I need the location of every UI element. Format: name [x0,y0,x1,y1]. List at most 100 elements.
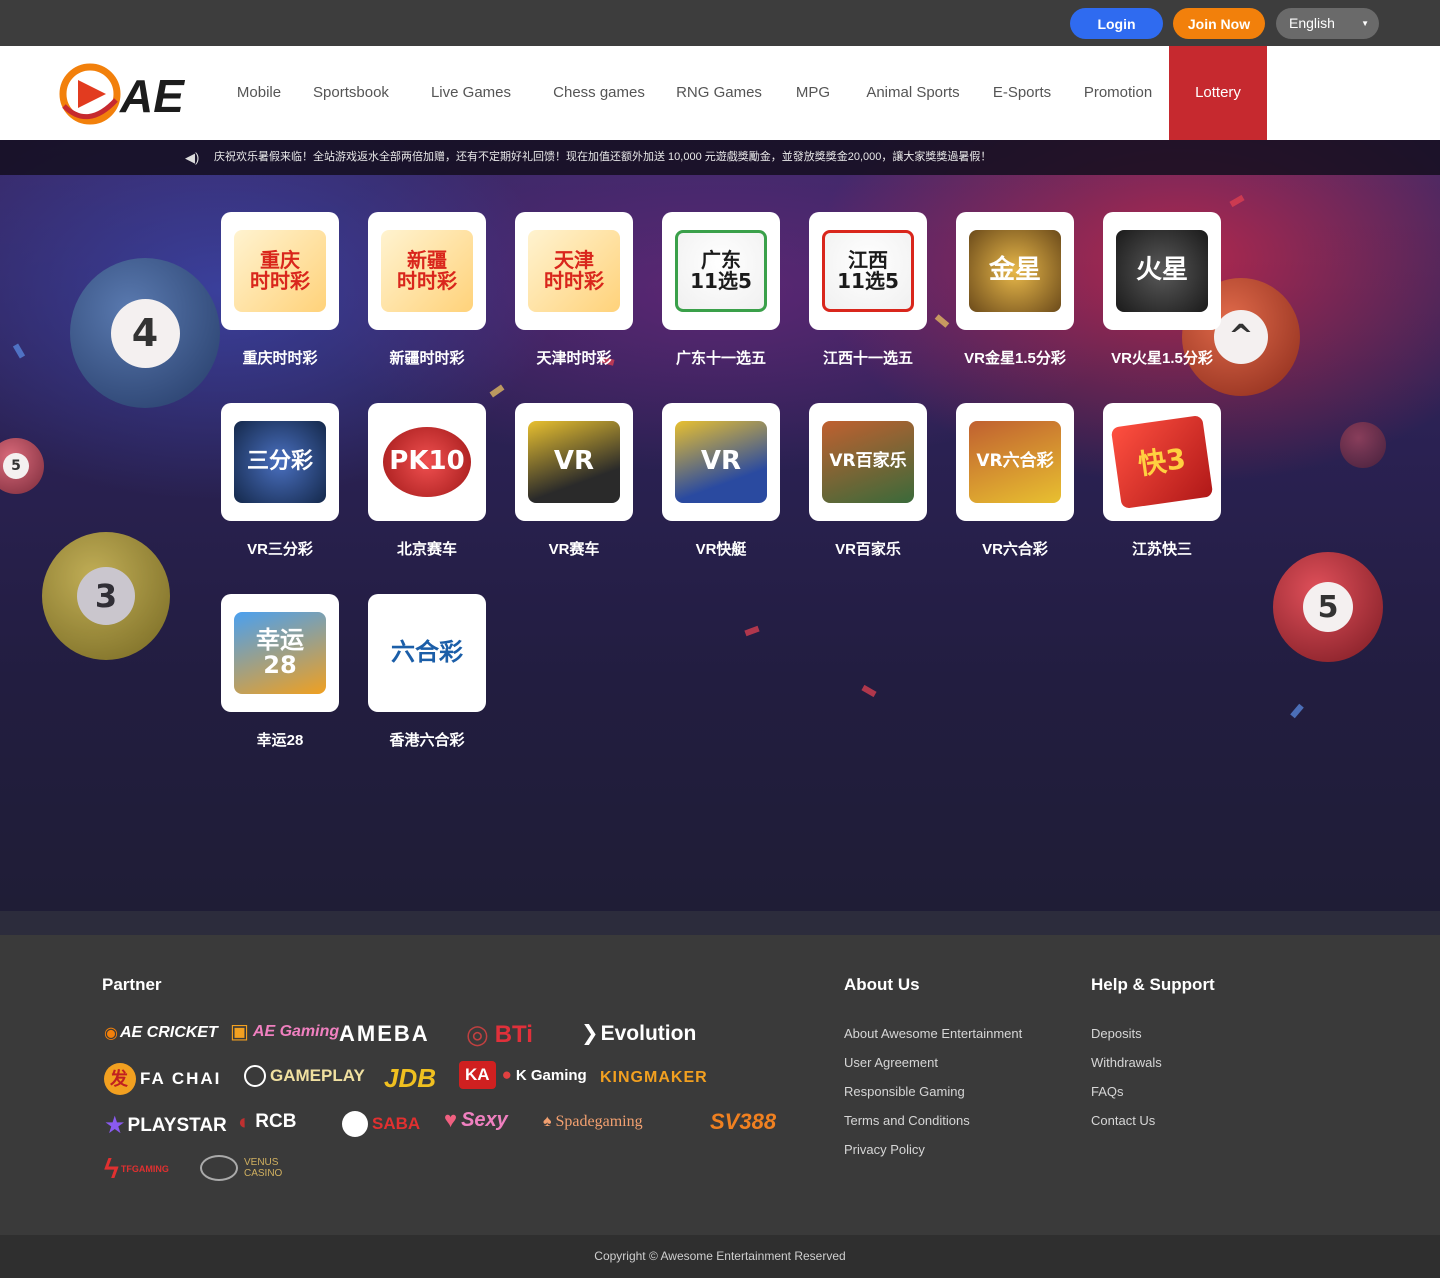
lottery-ball-decoration: 4 [70,258,220,408]
game-label: 香港六合彩 [389,732,465,749]
top-bar: Login Join Now English ▼ [0,0,1440,46]
nav-animal-sports[interactable]: Animal Sports [856,46,970,140]
nav-sportsbook[interactable]: Sportsbook [300,46,402,140]
game-tile[interactable]: VR百家乐 VR百家乐 [809,403,927,559]
game-tile[interactable]: 天津 时时彩 天津时时彩 [515,212,633,368]
game-tile[interactable]: 江西 11选5 江西十一选五 [809,212,927,368]
privacy-policy-link[interactable]: Privacy Policy [844,1142,925,1157]
withdrawals-link[interactable]: Withdrawals [1091,1055,1162,1070]
deposits-link[interactable]: Deposits [1091,1026,1142,1041]
game-tile[interactable]: 金星 VR金星1.5分彩 [956,212,1074,368]
game-label: 重庆时时彩 [242,350,318,367]
game-tile[interactable]: 新疆 时时彩 新疆时时彩 [368,212,486,368]
game-label: VR金星1.5分彩 [964,350,1066,367]
logo-text: AE [119,70,185,122]
partner-logo-gameplay: GAMEPLAY [244,1065,365,1087]
confetti-decoration [489,384,505,398]
partner-logo-bti: ◎ BTi [466,1019,533,1049]
join-now-button[interactable]: Join Now [1173,8,1265,39]
announcement-marquee: ◀) 庆祝欢乐暑假来临！全站游戏返水全部两倍加赠，还有不定期好礼回馈！现在加值还… [0,140,1440,175]
speaker-icon: ◀) [185,150,200,165]
partner-logo-venus-casino: VENUS CASINO [200,1155,288,1181]
partner-logo-jdb: JDB [384,1063,437,1093]
lottery-ball-decoration: 5 [1273,552,1383,662]
game-icon: 幸运 28 [221,594,339,712]
language-value: English [1289,15,1335,31]
partner-logo-ae-cricket: ◉ AE CRICKET [104,1024,218,1042]
game-label: 天津时时彩 [536,350,612,367]
lottery-ball-decoration: 3 [42,532,170,660]
nav-e-sports[interactable]: E-Sports [982,46,1062,140]
game-icon: PK10 [368,403,486,521]
partner-logo-tfgaming: ϟ TFGAMING [104,1153,169,1184]
game-icon: 金星 [956,212,1074,330]
game-icon: VR六合彩 [956,403,1074,521]
game-icon: 六合彩 [368,594,486,712]
game-label: VR赛车 [548,541,600,558]
contact-us-link[interactable]: Contact Us [1091,1113,1155,1128]
partner-logo-sexy: ♥ Sexy [444,1107,508,1132]
partner-logo-evolution: ❯ Evolution [581,1021,697,1046]
game-label: VR六合彩 [982,541,1048,558]
confetti-decoration [744,625,760,637]
game-tile[interactable]: 火星 VR火星1.5分彩 [1103,212,1221,368]
game-label: 新疆时时彩 [389,350,465,367]
partner-logo-kingmaker: KINGMAKER [600,1069,708,1086]
game-tile[interactable]: 广东 11选5 广东十一选五 [662,212,780,368]
game-label: 广东十一选五 [675,350,766,367]
game-label: VR三分彩 [247,541,313,558]
game-icon: VR百家乐 [809,403,927,521]
confetti-decoration [1229,194,1245,208]
game-tile[interactable]: 快3 江苏快三 [1103,403,1221,559]
faqs-link[interactable]: FAQs [1091,1084,1124,1099]
nav-rng-games[interactable]: RNG Games [666,46,772,140]
lottery-hero: 4 5 3 ^ 5 重庆 时时彩 重庆时时彩 新疆 时时彩 新疆时时彩 天津 时时彩 … [0,140,1440,911]
game-icon: VR [515,403,633,521]
confetti-decoration [934,314,950,328]
game-label: 江苏快三 [1131,541,1192,558]
help-heading: Help & Support [1091,975,1215,994]
responsible-gaming-link[interactable]: Responsible Gaming [844,1084,965,1099]
ae-logo[interactable]: AE [58,60,198,126]
game-icon: 新疆 时时彩 [368,212,486,330]
game-label: 江西十一选五 [822,350,913,367]
nav-mobile[interactable]: Mobile [224,46,294,140]
game-tile[interactable]: 幸运 28 幸运28 [221,594,339,750]
confetti-decoration [861,684,877,698]
game-icon: 江西 11选5 [809,212,927,330]
nav-promotion[interactable]: Promotion [1074,46,1162,140]
partner-logo-fa-chai: 发 FA CHAI [104,1063,221,1095]
partner-logo-ka: KA ● K Gaming [459,1061,587,1089]
footer: Partner ◉ AE CRICKET ▣ AE Gaming AMEBA ◎ BT… [0,935,1440,1235]
lottery-ball-decoration [1340,422,1386,468]
nav-live-games[interactable]: Live Games [418,46,524,140]
announcement-text: 庆祝欢乐暑假来临！全站游戏返水全部两倍加赠，还有不定期好礼回馈！现在加值还额外加… [214,151,992,163]
game-tile[interactable]: 重庆 时时彩 重庆时时彩 [221,212,339,368]
game-icon: 重庆 时时彩 [221,212,339,330]
game-tile[interactable]: 六合彩 香港六合彩 [368,594,486,750]
game-label: VR百家乐 [835,541,901,558]
game-tile[interactable]: VR VR赛车 [515,403,633,559]
nav-lottery[interactable]: Lottery [1169,46,1267,140]
game-tile[interactable]: 三分彩 VR三分彩 [221,403,339,559]
game-label: 北京赛车 [396,541,457,558]
game-icon: 三分彩 [221,403,339,521]
confetti-decoration [1290,703,1304,719]
partner-logo-sv388: SV388 [710,1109,777,1134]
login-button[interactable]: Login [1070,8,1163,39]
nav-mpg[interactable]: MPG [786,46,840,140]
user-agreement-link[interactable]: User Agreement [844,1055,938,1070]
about-heading: About Us [844,975,920,994]
game-label: 幸运28 [256,732,304,749]
game-label: VR火星1.5分彩 [1111,350,1213,367]
game-tile[interactable]: VR VR快艇 [662,403,780,559]
nav-chess-games[interactable]: Chess games [540,46,658,140]
language-select[interactable]: English ▼ [1276,8,1379,39]
game-tile[interactable]: PK10 北京赛车 [368,403,486,559]
terms-link[interactable]: Terms and Conditions [844,1113,970,1128]
game-icon: 天津 时时彩 [515,212,633,330]
game-tile[interactable]: VR六合彩 VR六合彩 [956,403,1074,559]
game-icon: 快3 [1103,403,1221,521]
about-awesome-link[interactable]: About Awesome Entertainment [844,1026,1022,1041]
partner-logo-rcb: ◐ RCB [238,1109,297,1134]
